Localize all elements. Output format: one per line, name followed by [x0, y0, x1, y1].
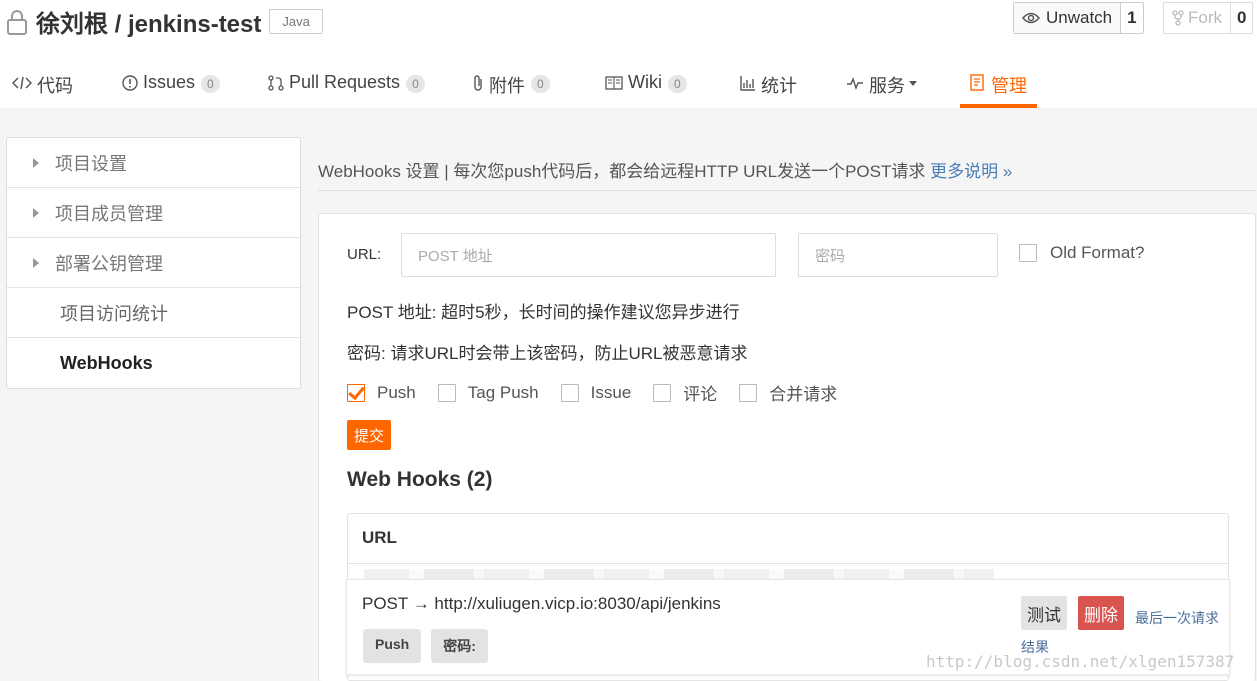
event-checkboxes: Push Tag Push Issue 评论 合并请求 — [347, 380, 859, 405]
tab-pull-requests[interactable]: Pull Requests 0 — [268, 62, 425, 108]
caret-right-icon — [33, 257, 39, 268]
push-tag: Push — [363, 629, 422, 663]
tab-label: Issues — [143, 72, 196, 92]
tab-label: 统计 — [761, 76, 797, 96]
test-button[interactable]: 测试 — [1021, 596, 1067, 630]
chevron-down-icon — [909, 81, 917, 86]
secret-tag: 密码: — [431, 629, 488, 663]
tab-code[interactable]: 代码 — [12, 62, 73, 108]
tab-issues[interactable]: Issues 0 — [122, 62, 220, 108]
wiki-count-badge: 0 — [668, 75, 687, 93]
comment-checkbox[interactable] — [653, 383, 672, 402]
sidebar-item-webhooks[interactable]: WebHooks — [7, 338, 300, 388]
issue-icon — [122, 72, 138, 94]
tab-attachments[interactable]: 附件 0 — [472, 62, 550, 108]
attachments-count-badge: 0 — [531, 75, 550, 93]
tab-label: 服务 — [869, 76, 905, 96]
tab-label: 附件 — [489, 76, 525, 96]
webhooks-heading: WebHooks 设置 | 每次您push代码后，都会给远程HTTP URL发送… — [318, 148, 1256, 191]
hook-url: POST → http://xuliugen.vicp.io:8030/api/… — [362, 594, 721, 613]
issues-count-badge: 0 — [201, 75, 220, 93]
delete-button[interactable]: 删除 — [1078, 596, 1124, 630]
fork-group: Fork 0 — [1163, 2, 1254, 34]
web-hooks-title: Web Hooks (2) — [347, 468, 493, 491]
language-badge: Java — [269, 9, 323, 34]
event-comment[interactable]: 评论 — [653, 380, 717, 405]
post-url-hint: POST 地址: 超时5秒，长时间的操作建议您异步进行 — [347, 303, 740, 322]
sidebar-item-project-settings[interactable]: 项目设置 — [7, 138, 300, 188]
stats-icon — [740, 72, 756, 94]
fork-label: Fork — [1188, 8, 1222, 27]
caret-right-icon — [33, 207, 39, 218]
table-header-url: URL — [348, 514, 1228, 564]
watch-group: Unwatch 1 — [1013, 2, 1144, 34]
event-label: 合并请求 — [769, 385, 838, 404]
caret-right-icon — [33, 157, 39, 168]
eye-icon — [1022, 12, 1040, 24]
settings-sidebar: 项目设置 项目成员管理 部署公钥管理 项目访问统计 WebHooks — [6, 137, 301, 389]
fork-icon — [1172, 10, 1184, 26]
tab-label: 代码 — [37, 76, 73, 96]
event-label: Issue — [590, 382, 632, 402]
tab-label: Wiki — [628, 72, 662, 92]
secret-input[interactable]: 密码 — [798, 233, 998, 277]
tab-services[interactable]: 服务 — [846, 62, 917, 108]
sidebar-item-label: 部署公钥管理 — [55, 253, 163, 274]
url-label: URL: — [347, 246, 382, 263]
tab-stats[interactable]: 统计 — [740, 62, 797, 108]
manage-icon — [970, 72, 986, 94]
tag-push-checkbox[interactable] — [437, 383, 456, 402]
watch-count[interactable]: 1 — [1121, 3, 1142, 33]
event-label: 评论 — [683, 385, 718, 404]
tab-manage[interactable]: 管理 — [960, 62, 1037, 108]
event-merge-request[interactable]: 合并请求 — [739, 380, 837, 405]
pr-count-badge: 0 — [406, 75, 425, 93]
post-url-input[interactable]: POST 地址 — [401, 233, 776, 277]
old-format-checkbox[interactable] — [1019, 244, 1037, 262]
sidebar-item-label: 项目成员管理 — [55, 203, 163, 224]
issue-checkbox[interactable] — [560, 383, 579, 402]
fork-button[interactable]: Fork — [1164, 3, 1231, 33]
sidebar-item-label: 项目访问统计 — [60, 303, 168, 324]
push-checkbox[interactable] — [347, 383, 365, 402]
event-issue[interactable]: Issue — [560, 382, 632, 403]
lock-icon — [7, 9, 27, 35]
sidebar-item-label: WebHooks — [60, 352, 153, 373]
event-push[interactable]: Push — [347, 383, 416, 403]
sidebar-item-members[interactable]: 项目成员管理 — [7, 188, 300, 238]
attachment-icon — [472, 72, 484, 94]
pull-request-icon — [268, 72, 284, 94]
event-tag-push[interactable]: Tag Push — [437, 382, 539, 403]
fork-count[interactable]: 0 — [1231, 3, 1252, 33]
unwatch-label: Unwatch — [1046, 8, 1113, 27]
hook-tags: Push 密码: — [363, 629, 498, 663]
event-label: Push — [377, 382, 416, 402]
sidebar-item-label: 项目设置 — [55, 153, 127, 174]
event-label: Tag Push — [467, 382, 539, 402]
tab-label: Pull Requests — [289, 72, 401, 92]
old-format-label: Old Format? — [1050, 243, 1145, 262]
sidebar-item-access-stats[interactable]: 项目访问统计 — [7, 288, 300, 338]
repo-tabs: 代码 Issues 0 Pull Requests 0 附件 0 Wiki 0 … — [0, 62, 1257, 108]
code-icon — [12, 72, 32, 94]
old-format-option[interactable]: Old Format? — [1019, 243, 1144, 263]
repo-title-group: 徐刘根 / jenkins-test Java — [6, 4, 323, 39]
more-info-link[interactable]: 更多说明 » — [930, 162, 1012, 181]
repo-header: 徐刘根 / jenkins-test Java Unwatch 1 Fork 0 — [0, 0, 1257, 108]
sidebar-item-deploy-keys[interactable]: 部署公钥管理 — [7, 238, 300, 288]
tab-label: 管理 — [991, 76, 1027, 96]
unwatch-button[interactable]: Unwatch — [1014, 3, 1122, 33]
wiki-icon — [605, 72, 623, 94]
webhooks-description: WebHooks 设置 | 每次您push代码后，都会给远程HTTP URL发送… — [318, 162, 926, 181]
merge-request-checkbox[interactable] — [739, 383, 758, 402]
watermark: http://blog.csdn.net/xlgen157387 — [926, 652, 1235, 671]
secret-hint: 密码: 请求URL时会带上该密码，防止URL被恶意请求 — [347, 344, 748, 363]
tab-wiki[interactable]: Wiki 0 — [605, 62, 687, 108]
webhooks-panel: URL: POST 地址 密码 Old Format? POST 地址: 超时5… — [318, 213, 1256, 681]
pulse-icon — [846, 72, 864, 94]
submit-button[interactable]: 提交 — [347, 420, 391, 450]
repo-name[interactable]: 徐刘根 / jenkins-test — [36, 4, 261, 39]
